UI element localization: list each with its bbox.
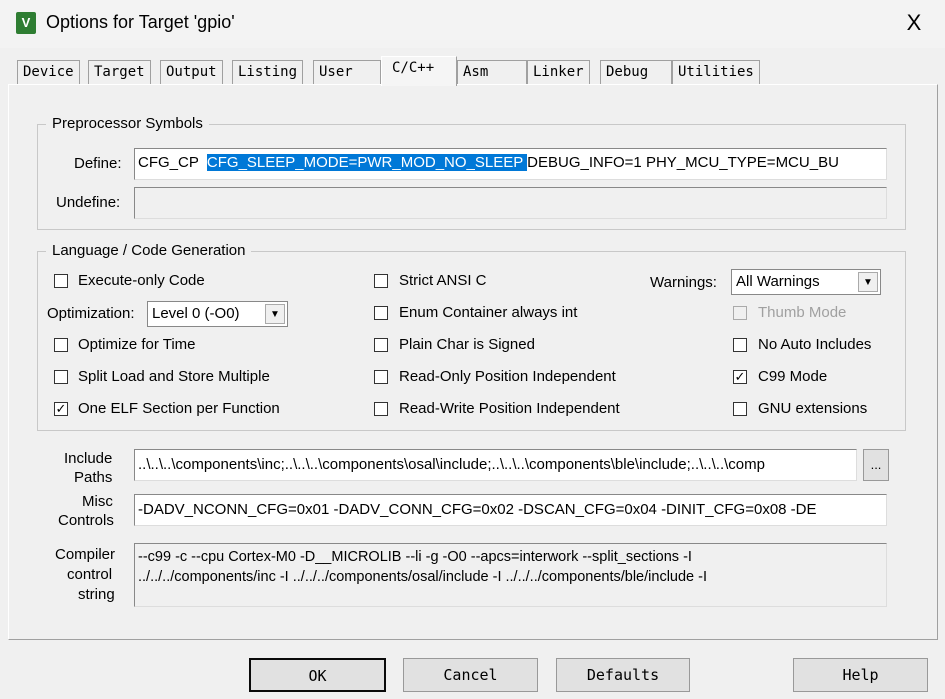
optimization-value: Level 0 (-O0) xyxy=(152,305,240,322)
include-paths-input[interactable]: ..\..\..\components\inc;..\..\..\compone… xyxy=(134,449,857,481)
cancel-button[interactable]: Cancel xyxy=(403,658,538,692)
c99-label: C99 Mode xyxy=(758,368,828,385)
misc-label: Misc xyxy=(82,493,113,510)
ok-button[interactable]: OK xyxy=(249,658,386,692)
preprocessor-title: Preprocessor Symbols xyxy=(46,115,209,132)
one-elf-checkbox[interactable]: ✓ xyxy=(54,402,68,416)
strict-ansi-label: Strict ANSI C xyxy=(399,272,487,289)
optimize-time-checkbox[interactable] xyxy=(54,338,68,352)
close-button[interactable]: X xyxy=(898,8,930,38)
help-button[interactable]: Help xyxy=(793,658,928,692)
plain-char-label: Plain Char is Signed xyxy=(399,336,535,353)
one-elf-label: One ELF Section per Function xyxy=(78,400,280,417)
warnings-select[interactable]: All Warnings ▼ xyxy=(731,269,881,295)
compiler-label-3: string xyxy=(78,586,115,603)
chevron-down-icon: ▼ xyxy=(858,272,878,292)
compiler-line-2: ../../../components/inc -I ../../../comp… xyxy=(138,569,707,585)
tab-c-cpp[interactable]: C/C++ xyxy=(381,56,457,86)
thumb-mode-label: Thumb Mode xyxy=(758,304,847,321)
include-label-2: Paths xyxy=(74,469,113,486)
chevron-down-icon: ▼ xyxy=(265,304,285,324)
tab-debug[interactable]: Debug xyxy=(600,60,672,85)
no-auto-includes-label: No Auto Includes xyxy=(758,336,872,353)
defaults-button[interactable]: Defaults xyxy=(556,658,690,692)
no-auto-includes-checkbox[interactable] xyxy=(733,338,747,352)
split-load-label: Split Load and Store Multiple xyxy=(78,368,270,385)
tab-output[interactable]: Output xyxy=(160,60,223,85)
tab-utilities[interactable]: Utilities xyxy=(672,60,760,85)
compiler-label: Compiler xyxy=(55,546,116,563)
ro-pi-checkbox[interactable] xyxy=(374,370,388,384)
browse-include-button[interactable]: ... xyxy=(863,449,889,481)
tab-asm[interactable]: Asm xyxy=(457,60,527,85)
define-text: CFG_CP xyxy=(138,154,207,171)
title-bar: V Options for Target 'gpio' X xyxy=(0,0,945,48)
plain-char-checkbox[interactable] xyxy=(374,338,388,352)
enum-int-checkbox[interactable] xyxy=(374,306,388,320)
warnings-label: Warnings: xyxy=(650,274,717,291)
tab-linker[interactable]: Linker xyxy=(527,60,590,85)
keil-uvision-icon: V xyxy=(16,12,36,34)
execute-only-label: Execute-only Code xyxy=(78,272,205,289)
rw-pi-checkbox[interactable] xyxy=(374,402,388,416)
strict-ansi-checkbox[interactable] xyxy=(374,274,388,288)
gnu-ext-checkbox[interactable] xyxy=(733,402,747,416)
define-input[interactable]: CFG_CP CFG_SLEEP_MODE=PWR_MOD_NO_SLEEP D… xyxy=(134,148,887,180)
tab-target[interactable]: Target xyxy=(88,60,151,85)
define-selected-text: CFG_SLEEP_MODE=PWR_MOD_NO_SLEEP xyxy=(206,154,528,171)
tab-device[interactable]: Device xyxy=(17,60,80,85)
window-title: Options for Target 'gpio' xyxy=(46,12,235,32)
execute-only-checkbox[interactable] xyxy=(54,274,68,288)
undefine-input[interactable] xyxy=(134,187,887,219)
enum-int-label: Enum Container always int xyxy=(399,304,578,321)
split-load-checkbox[interactable] xyxy=(54,370,68,384)
optimize-time-label: Optimize for Time xyxy=(78,336,196,353)
misc-label-2: Controls xyxy=(58,512,114,529)
include-label: Include xyxy=(64,450,113,467)
thumb-mode-checkbox[interactable] xyxy=(733,306,747,320)
undefine-label: Undefine: xyxy=(56,194,121,211)
tab-listing[interactable]: Listing xyxy=(232,60,304,85)
define-text-rest: DEBUG_INFO=1 PHY_MCU_TYPE=MCU_BU xyxy=(527,154,839,171)
optimization-select[interactable]: Level 0 (-O0) ▼ xyxy=(147,301,288,327)
ro-pi-label: Read-Only Position Independent xyxy=(399,368,616,385)
compiler-line-1: --c99 -c --cpu Cortex-M0 -D__MICROLIB --… xyxy=(138,549,692,565)
language-title: Language / Code Generation xyxy=(46,242,252,259)
rw-pi-label: Read-Write Position Independent xyxy=(399,400,620,417)
compiler-control-string[interactable]: --c99 -c --cpu Cortex-M0 -D__MICROLIB --… xyxy=(134,543,887,607)
c99-checkbox[interactable]: ✓ xyxy=(733,370,747,384)
define-label: Define: xyxy=(74,155,122,172)
misc-controls-input[interactable]: -DADV_NCONN_CFG=0x01 -DADV_CONN_CFG=0x02… xyxy=(134,494,887,526)
gnu-ext-label: GNU extensions xyxy=(758,400,868,417)
warnings-value: All Warnings xyxy=(736,273,820,290)
compiler-label-2: control xyxy=(67,566,113,583)
tab-user[interactable]: User xyxy=(313,60,381,85)
optimization-label: Optimization: xyxy=(47,305,135,322)
